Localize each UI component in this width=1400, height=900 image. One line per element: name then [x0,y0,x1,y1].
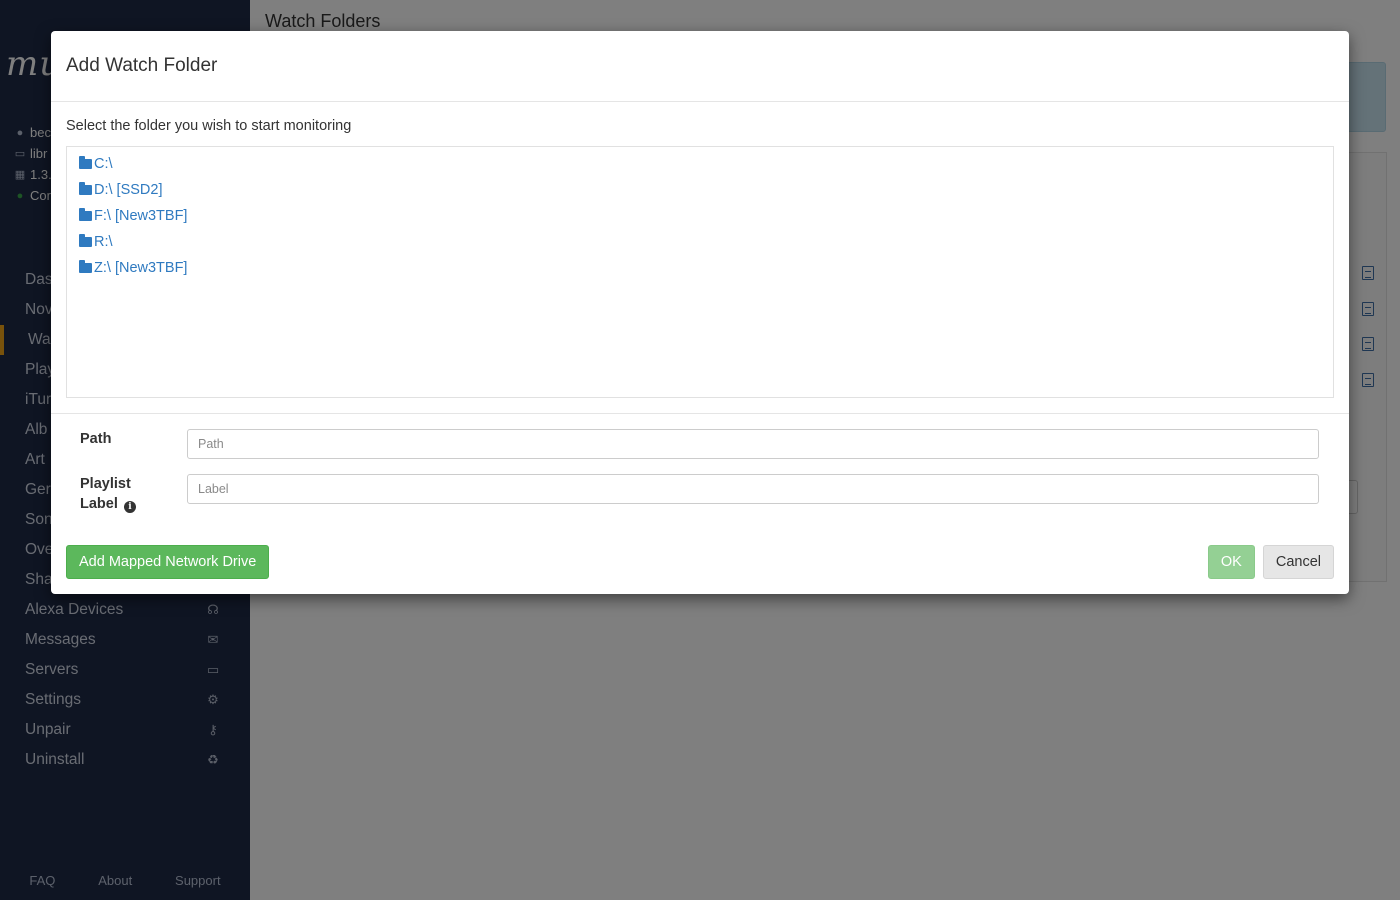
add-mapped-network-drive-button[interactable]: Add Mapped Network Drive [66,545,270,579]
folder-item[interactable]: R:\ [79,229,1321,255]
folder-item[interactable]: F:\ [New3TBF] [79,203,1321,229]
ok-button[interactable]: OK [1207,545,1255,579]
folder-label: C:\ [94,156,113,172]
path-input[interactable] [187,429,1319,459]
folder-tree: C:\ D:\ [SSD2] F:\ [New3TBF] R:\ Z:\ [Ne… [66,146,1334,398]
folder-icon [79,156,92,169]
playlist-label-line2: Label [80,496,118,512]
folder-icon [79,208,92,221]
playlist-label-row: Playlist Label i [80,474,1320,514]
folder-form: Path Playlist Label i [51,414,1349,514]
dialog-instructions: Select the folder you wish to start moni… [66,118,352,134]
add-watch-folder-dialog: Add Watch Folder Select the folder you w… [51,31,1349,594]
info-icon[interactable]: i [123,501,136,513]
folder-icon [79,234,92,247]
folder-label: Z:\ [New3TBF] [94,260,188,276]
folder-label: R:\ [94,234,113,250]
dialog-header: Add Watch Folder [51,31,1349,102]
path-label: Path [80,431,112,447]
folder-icon [79,260,92,273]
dialog-title: Add Watch Folder [66,55,218,76]
folder-item[interactable]: C:\ [79,151,1321,177]
folder-item[interactable]: D:\ [SSD2] [79,177,1321,203]
playlist-label-input[interactable] [187,474,1319,504]
dialog-body: Select the folder you wish to start moni… [51,102,1349,398]
folder-item[interactable]: Z:\ [New3TBF] [79,255,1321,281]
playlist-label-label: Playlist Label i [80,474,187,514]
cancel-button[interactable]: Cancel [1262,545,1334,579]
playlist-label-line1: Playlist [80,476,131,492]
folder-label: D:\ [SSD2] [94,182,163,198]
path-row: Path [80,429,1320,459]
folder-icon [79,182,92,195]
dialog-footer: Add Mapped Network Drive OK Cancel [66,545,1334,579]
folder-label: F:\ [New3TBF] [94,208,188,224]
